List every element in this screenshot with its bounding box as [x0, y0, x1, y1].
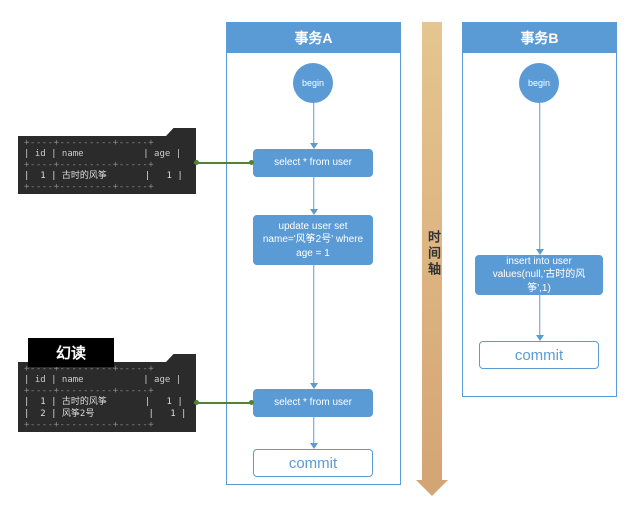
- table-header: | id | name | age |: [18, 148, 196, 160]
- connector-line: [196, 402, 252, 404]
- table-row: | 1 | 古时的风筝 | 1 |: [18, 396, 196, 408]
- transaction-b-title: 事务B: [463, 23, 616, 53]
- timeline-arrowhead: [416, 480, 448, 496]
- arrow-line: [539, 295, 541, 335]
- arrow-line: [313, 177, 315, 209]
- tx-a-update: update user set name='风筝2号' where age = …: [253, 215, 373, 265]
- table-divider: +----+---------+-----+: [18, 182, 196, 192]
- timeline-label: 时间轴: [424, 230, 443, 278]
- table-divider: +----+---------+-----+: [18, 160, 196, 170]
- phantom-read-label: 幻读: [28, 338, 114, 367]
- table-divider: +----+---------+-----+: [18, 386, 196, 396]
- table-header: | id | name | age |: [18, 374, 196, 386]
- tx-b-commit: commit: [479, 341, 599, 369]
- tx-a-select-1: select * from user: [253, 149, 373, 177]
- arrow-line: [313, 103, 315, 143]
- connector-line: [196, 162, 252, 164]
- arrow-line: [313, 417, 315, 443]
- transaction-a-title: 事务A: [227, 23, 400, 53]
- result-table-2: 幻读 +----+---------+-----+ | id | name | …: [18, 362, 196, 432]
- transaction-b-column: 事务B begin insert into user values(null,'…: [462, 22, 617, 397]
- arrow-line: [313, 265, 315, 383]
- tx-a-commit: commit: [253, 449, 373, 477]
- tx-b-insert: insert into user values(null,'古时的风筝',1): [475, 255, 603, 295]
- tab-notch-icon: [166, 354, 196, 362]
- tx-b-begin: begin: [519, 63, 559, 103]
- arrow-line: [539, 103, 541, 249]
- tx-a-select-2: select * from user: [253, 389, 373, 417]
- transaction-a-column: 事务A begin select * from user update user…: [226, 22, 401, 485]
- table-divider: +----+---------+-----+: [18, 420, 196, 430]
- table-row: | 1 | 古时的风筝 | 1 |: [18, 170, 196, 182]
- table-divider: +----+---------+-----+: [18, 138, 196, 148]
- tx-a-begin: begin: [293, 63, 333, 103]
- table-row: | 2 | 风筝2号 | 1 |: [18, 408, 196, 420]
- result-table-1: +----+---------+-----+ | id | name | age…: [18, 136, 196, 194]
- tab-notch-icon: [166, 128, 196, 136]
